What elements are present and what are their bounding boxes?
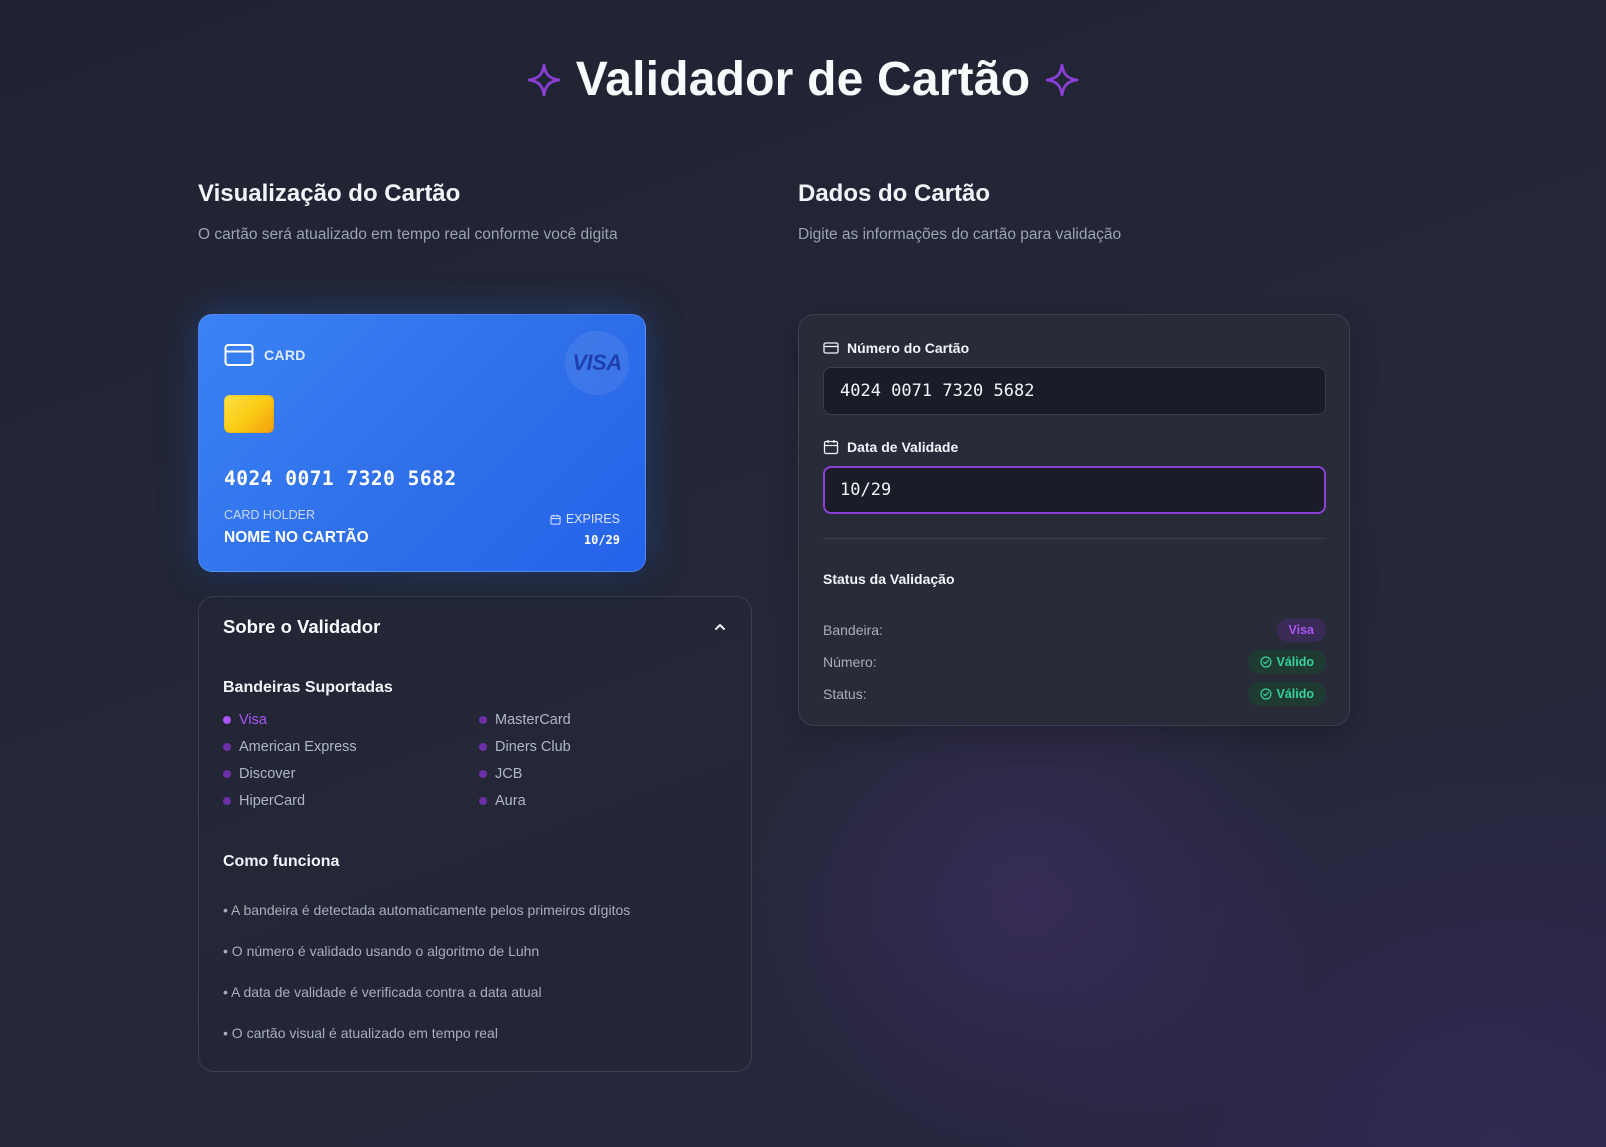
credit-card-icon [224,344,254,366]
status-label: Número: [823,654,877,670]
card-holder-label: CARD HOLDER [224,508,315,522]
card-number-label: Número do Cartão [823,340,969,356]
credit-card-preview: CARD VISA 4024 0071 7320 5682 CARD HOLDE… [198,314,646,572]
valid-badge-text: Válido [1276,687,1314,701]
preview-title: Visualização do Cartão [198,180,461,207]
how-item: • A data de validade é verificada contra… [223,984,542,1000]
bullet-dot [479,743,487,751]
how-item: • O número é validado usando o algoritmo… [223,943,540,959]
expires-value: 10/29 [583,533,620,547]
form-title: Dados do Cartão [798,180,991,207]
brand-item-jcb: JCB [479,765,735,783]
bullet-dot [223,797,231,805]
bullet-dot [223,716,231,724]
brand-label: Discover [239,766,296,782]
status-row-number: Número: Válido [823,650,1326,674]
brand-label: Visa [239,712,267,728]
expiry-input[interactable] [823,466,1326,514]
brand-label: Diners Club [495,739,571,755]
bullet-dot [223,770,231,778]
card-number-label-text: Número do Cartão [847,340,970,356]
valid-badge: Válido [1248,650,1326,674]
how-list: • A bandeira é detectada automaticamente… [223,902,630,1066]
page-header: Validador de Cartão [0,52,1606,107]
brand-item-mastercard: MasterCard [479,711,735,729]
how-title: Como funciona [223,853,340,870]
brands-list: Visa MasterCard American Express Diners … [223,711,735,810]
expiry-label: Data de Validade [823,439,958,455]
card-form-panel: Número do Cartão Data de Validade Status… [798,314,1350,726]
brand-item-visa: Visa [223,711,479,729]
how-item: • O cartão visual é atualizado em tempo … [223,1025,498,1041]
about-panel: Sobre o Validador Bandeiras Suportadas V… [198,596,752,1072]
check-circle-icon [1260,656,1273,668]
brand-item-amex: American Express [223,738,479,756]
brand-label: HiperCard [239,793,306,809]
brand-item-hipercard: HiperCard [223,792,479,810]
status-row-brand: Bandeira: Visa [823,618,1326,642]
calendar-icon [823,440,839,455]
form-subtitle: Digite as informações do cartão para val… [798,226,1122,243]
brand-badge-text: Visa [1288,623,1315,637]
check-circle-icon [1260,688,1273,700]
card-type-label: CARD [264,347,306,363]
valid-badge: Válido [1248,682,1326,706]
brand-label: JCB [495,766,523,782]
sparkle-icon [1044,62,1080,98]
bullet-dot [479,716,487,724]
brand-badge: Visa [1276,618,1326,642]
expires-label: EXPIRES [550,512,620,526]
status-label: Bandeira: [823,622,883,638]
brand-item-aura: Aura [479,792,735,810]
calendar-icon [550,514,561,525]
chevron-up-icon[interactable] [713,620,727,634]
form-column: Dados do Cartão Digite as informações do… [798,180,1350,726]
brand-item-discover: Discover [223,765,479,783]
expiry-label-text: Data de Validade [847,439,959,455]
page-title: Validador de Cartão [575,53,1031,106]
card-type: CARD [224,343,306,367]
sparkle-icon [526,62,562,98]
card-chip [224,395,274,433]
expires-label-text: EXPIRES [565,512,620,526]
bullet-dot [223,743,231,751]
bullet-dot [479,797,487,805]
brand-logo-badge: VISA [565,331,629,395]
status-title: Status da Validação [823,571,955,587]
card-holder-name: NOME NO CARTÃO [224,529,369,546]
visa-logo: VISA [572,350,622,375]
card-number-input[interactable] [823,367,1326,415]
how-item: • A bandeira é detectada automaticamente… [223,902,631,918]
about-title: Sobre o Validador [223,616,381,637]
valid-badge-text: Válido [1276,655,1314,669]
status-label: Status: [823,686,867,702]
bullet-dot [479,770,487,778]
preview-column: Visualização do Cartão O cartão será atu… [198,180,752,1072]
credit-card-icon [823,342,839,354]
brand-item-diners: Diners Club [479,738,735,756]
about-header[interactable]: Sobre o Validador [199,597,751,657]
divider [823,538,1326,539]
status-row-status: Status: Válido [823,682,1326,706]
brand-label: Aura [495,793,526,809]
brand-label: American Express [239,739,357,755]
preview-subtitle: O cartão será atualizado em tempo real c… [198,226,618,243]
card-number: 4024 0071 7320 5682 [224,467,457,490]
brands-title: Bandeiras Suportadas [223,679,393,696]
brand-label: MasterCard [495,712,571,728]
